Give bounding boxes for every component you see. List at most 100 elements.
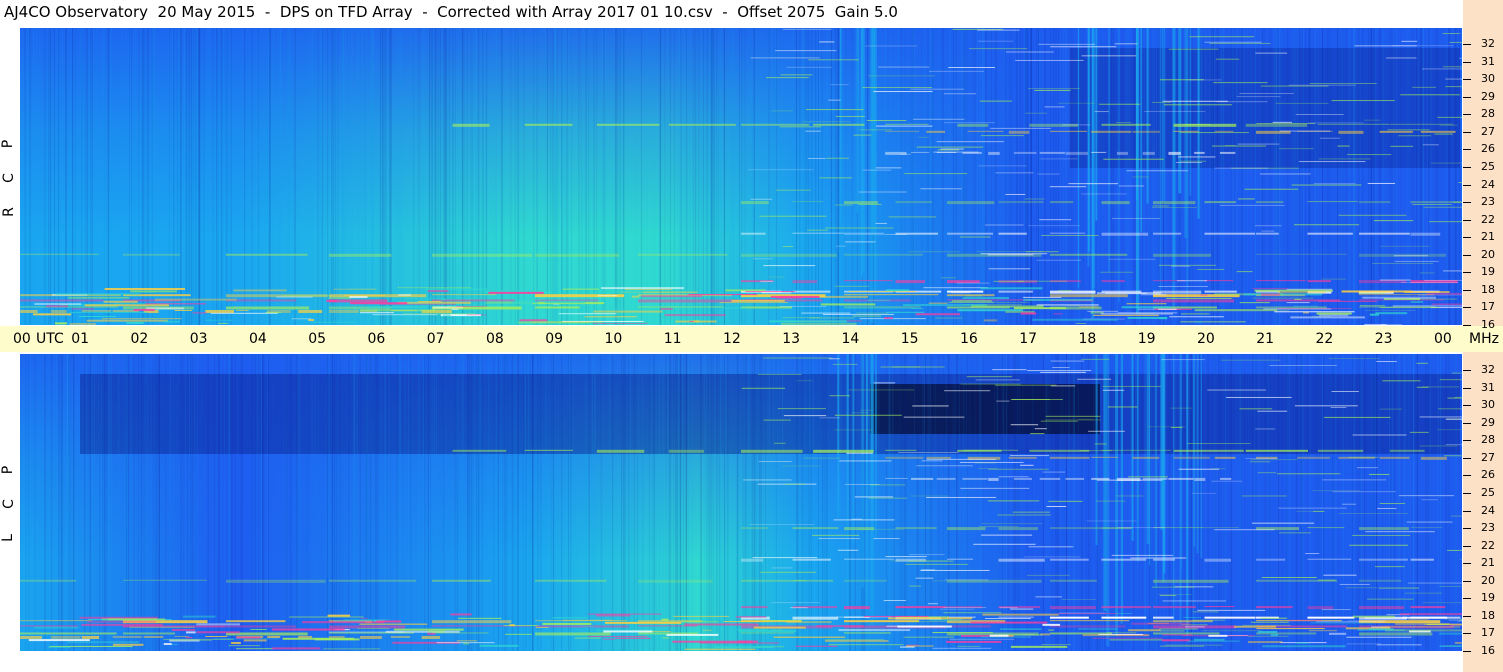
rfi-line xyxy=(926,130,946,133)
rfi-dash xyxy=(1040,371,1086,373)
low-band-noise xyxy=(1454,642,1462,644)
low-band-noise xyxy=(552,617,588,619)
interference-streak xyxy=(1163,354,1166,574)
low-band-noise xyxy=(584,316,637,318)
rfi-dash xyxy=(1166,298,1232,300)
noise-streak xyxy=(427,28,429,325)
rfi-dash xyxy=(1160,645,1204,647)
low-band-noise xyxy=(883,317,894,320)
low-band-noise xyxy=(1098,633,1144,635)
rfi-line xyxy=(1050,527,1102,530)
noise-streak xyxy=(985,28,987,325)
rfi-line xyxy=(1008,456,1037,459)
rfi-line xyxy=(1153,232,1182,235)
rfi-dash xyxy=(1439,124,1458,126)
noise-streak xyxy=(661,354,663,651)
noise-streak xyxy=(99,354,101,651)
rfi-dash xyxy=(943,607,987,609)
low-band-noise xyxy=(602,638,615,640)
rfi-dash xyxy=(1151,586,1195,588)
noise-streak xyxy=(603,28,605,325)
low-band-noise xyxy=(688,294,758,296)
time-tick-label: 22 xyxy=(1315,331,1334,347)
rfi-dash xyxy=(1338,214,1407,216)
low-band-noise xyxy=(1362,296,1436,299)
noise-streak xyxy=(425,354,427,651)
noise-streak xyxy=(117,354,119,651)
rfi-dash xyxy=(852,315,882,317)
noise-streak xyxy=(927,28,929,325)
rfi-dash xyxy=(1079,450,1113,452)
noise-streak xyxy=(372,28,374,325)
low-band-noise xyxy=(402,313,476,315)
low-band-noise xyxy=(597,295,618,297)
noise-streak xyxy=(701,28,703,325)
rfi-dash xyxy=(818,538,860,540)
rfi-dash xyxy=(1030,433,1045,435)
rfi-dash xyxy=(864,45,918,47)
rfi-line xyxy=(998,290,1033,293)
noise-streak xyxy=(570,354,572,651)
noise-streak xyxy=(401,28,403,325)
rfi-dash xyxy=(819,177,852,179)
rfi-dash xyxy=(956,282,990,284)
noise-streak xyxy=(358,28,360,325)
rfi-dash xyxy=(1226,396,1292,398)
rfi-line xyxy=(1013,151,1037,154)
noise-streak xyxy=(781,354,783,651)
rfi-dash xyxy=(1352,434,1407,436)
rfi-dash xyxy=(1187,443,1251,445)
rfi-dash xyxy=(854,496,894,498)
rfi-line xyxy=(910,477,934,480)
low-band-noise xyxy=(451,308,459,310)
interference-streak xyxy=(1091,28,1094,319)
low-band-noise xyxy=(1010,645,1068,648)
noise-streak xyxy=(600,354,602,651)
noise-streak xyxy=(827,28,829,325)
rfi-dash xyxy=(860,409,873,411)
interference-streak xyxy=(1172,28,1175,311)
noise-streak xyxy=(1254,354,1256,651)
rfi-line xyxy=(1317,449,1364,452)
rfi-dash xyxy=(1100,271,1134,273)
rfi-dash xyxy=(1338,512,1408,514)
rfi-dash xyxy=(1286,288,1332,290)
noise-streak xyxy=(1405,354,1407,651)
noise-streak xyxy=(637,354,639,651)
noise-streak xyxy=(553,354,555,651)
rfi-dash xyxy=(1437,116,1462,118)
noise-streak xyxy=(721,354,723,651)
noise-streak xyxy=(478,28,480,325)
rfi-dash xyxy=(1367,182,1396,184)
noise-streak xyxy=(563,28,565,325)
rfi-dash xyxy=(1239,92,1294,94)
noise-streak xyxy=(1252,354,1254,651)
rfi-dash xyxy=(980,253,1048,255)
noise-streak xyxy=(648,354,650,651)
low-band-noise xyxy=(276,296,313,298)
noise-streak xyxy=(675,354,677,651)
noise-streak xyxy=(49,354,51,651)
low-band-noise xyxy=(1247,641,1283,644)
freq-tick-label: 26 xyxy=(1481,142,1495,156)
rfi-dash xyxy=(908,251,960,253)
interference-streak xyxy=(846,354,849,642)
noise-streak xyxy=(25,28,27,325)
polarization-letter: L xyxy=(0,534,16,542)
rfi-dash xyxy=(1356,467,1378,469)
low-band-noise xyxy=(170,639,212,641)
rfi-line xyxy=(741,123,810,126)
rfi-line xyxy=(844,306,921,308)
low-band-noise xyxy=(818,295,869,298)
noise-streak xyxy=(517,354,519,651)
noise-streak xyxy=(151,28,153,325)
noise-streak xyxy=(427,354,429,651)
utc-label: UTC xyxy=(36,331,64,347)
rfi-dash xyxy=(973,543,1036,545)
noise-streak xyxy=(1352,354,1354,651)
rfi-dash xyxy=(1291,184,1362,186)
freq-tick-mark xyxy=(1463,325,1471,326)
rfi-dash xyxy=(1094,443,1107,445)
low-band-noise xyxy=(1392,305,1462,307)
noise-streak xyxy=(413,28,415,325)
